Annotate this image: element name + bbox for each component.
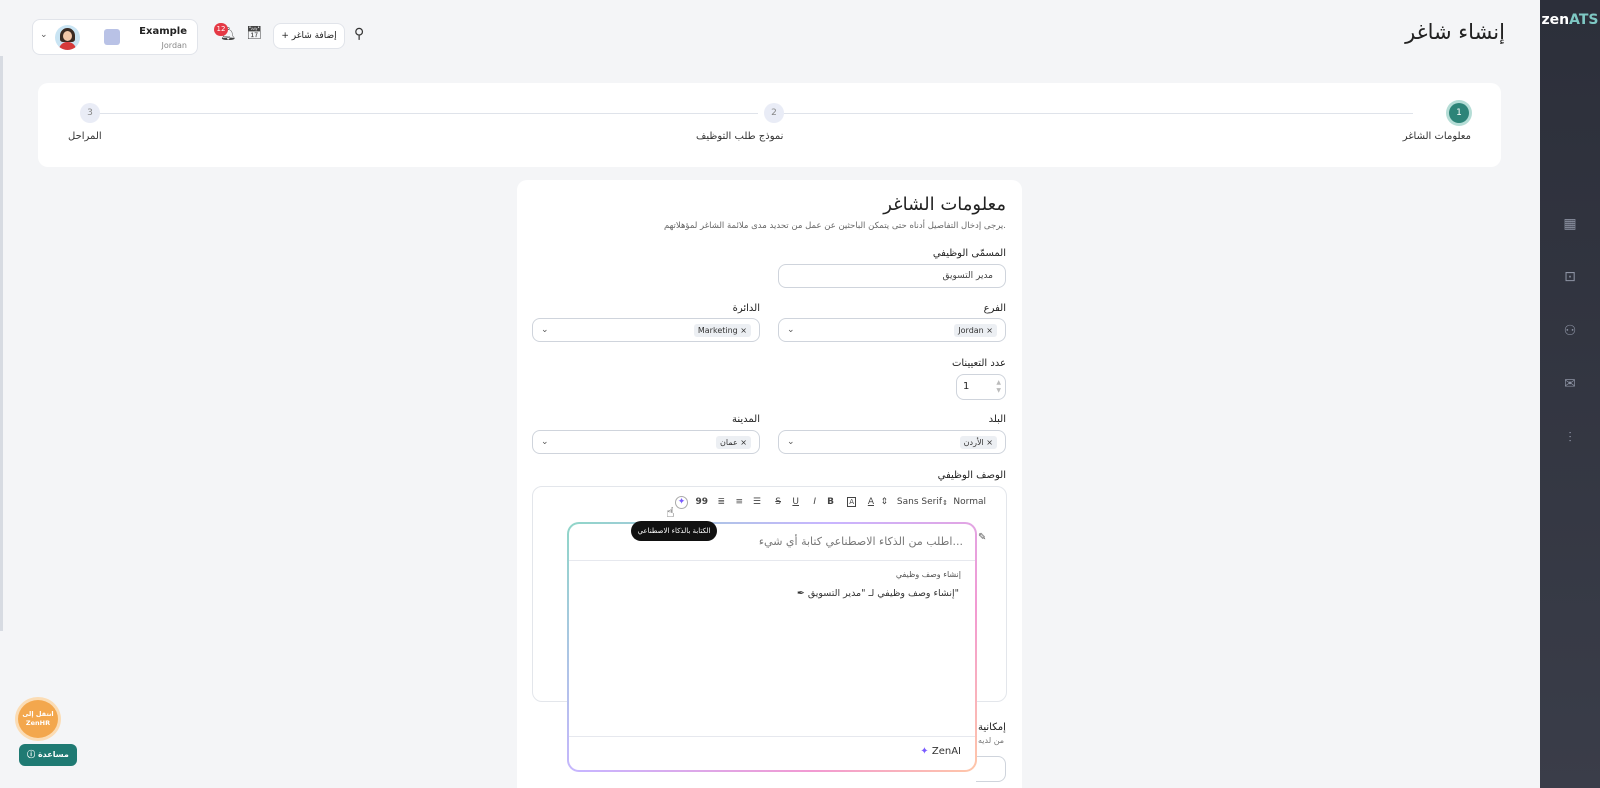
step-3-label: المراحل bbox=[68, 131, 102, 142]
calendar-icon[interactable]: 📅︎ bbox=[246, 26, 263, 41]
building-icon bbox=[104, 29, 120, 45]
branch-select[interactable]: Jordan × ⌄ bbox=[778, 318, 1006, 342]
font-select[interactable]: Sans Serif bbox=[897, 497, 942, 507]
chevron-down-icon: ⌄ bbox=[541, 437, 549, 447]
bullet-list-icon[interactable]: ☰ bbox=[753, 497, 761, 507]
description-label: الوصف الوظيفي bbox=[937, 470, 1006, 481]
job-title-label: المسمّى الوظيفي bbox=[932, 248, 1006, 259]
sparkle-icon: ✦ bbox=[920, 746, 929, 757]
avatar bbox=[55, 25, 80, 50]
chevron-updown-icon: ⇕ bbox=[942, 499, 948, 507]
ai-tooltip: الكتابة بالذكاء الاصطناعي bbox=[631, 521, 717, 541]
country-chip[interactable]: الأردن × bbox=[959, 436, 997, 449]
go-to-zenhr-button[interactable]: انتقل إلى ZenHR bbox=[18, 700, 58, 738]
briefcase-icon[interactable]: ⊡ bbox=[1560, 267, 1580, 287]
text-color-icon[interactable]: A bbox=[868, 497, 874, 507]
sort-icon[interactable]: ⇕ bbox=[880, 497, 888, 507]
highlight-icon[interactable]: A bbox=[847, 497, 856, 507]
underline-button[interactable]: U bbox=[792, 497, 799, 507]
feather-icon: ✒ bbox=[796, 588, 805, 599]
country-label: البلد bbox=[988, 414, 1006, 425]
card-title: معلومات الشاغر bbox=[883, 194, 1006, 215]
heading-select[interactable]: Normal bbox=[953, 497, 986, 507]
step-connector bbox=[783, 113, 1413, 114]
align-icon[interactable]: ≣ bbox=[717, 497, 725, 507]
company-country: Jordan bbox=[161, 41, 187, 50]
ai-write-icon[interactable]: ✦ bbox=[675, 496, 688, 509]
chevron-down-icon: ⌄ bbox=[787, 437, 795, 447]
spin-arrows-icon[interactable]: ▲ ▼ bbox=[996, 379, 1001, 395]
step-3-dot[interactable]: 3 bbox=[80, 103, 100, 123]
pointer-cursor-icon: ☝ bbox=[666, 505, 675, 521]
availability-hint: من لديه bbox=[978, 736, 1005, 745]
grid-icon[interactable]: ▦ bbox=[1560, 214, 1580, 234]
ordered-list-icon[interactable]: ≡ bbox=[735, 497, 743, 507]
italic-button[interactable]: I bbox=[813, 497, 816, 507]
page-title: إنشاء شاغر bbox=[1405, 20, 1505, 44]
edit-icon[interactable]: ✎ bbox=[978, 532, 986, 543]
branch-label: الفرع bbox=[983, 303, 1006, 314]
users-icon[interactable]: ⚇ bbox=[1560, 321, 1580, 341]
city-label: المدينة bbox=[731, 414, 760, 425]
branch-chip[interactable]: Jordan × bbox=[954, 324, 997, 337]
zenai-brand: ✦ ZenAI bbox=[920, 746, 961, 757]
department-chip[interactable]: Marketing × bbox=[693, 324, 751, 337]
divider bbox=[569, 736, 975, 737]
stepper: 1 معلومات الشاغر 2 نموذج طلب التوظيف 3 ا… bbox=[38, 83, 1501, 167]
chart-icon[interactable]: ⫶ bbox=[1560, 428, 1580, 448]
availability-label: إمكانية bbox=[978, 722, 1006, 733]
department-label: الدائرة bbox=[732, 303, 760, 314]
bold-button[interactable]: B bbox=[827, 497, 834, 507]
chevron-down-icon: ⌄ bbox=[787, 325, 795, 335]
openings-label: عدد التعيينات bbox=[951, 358, 1006, 369]
add-vacancy-button[interactable]: + إضافة شاغر bbox=[273, 23, 345, 49]
department-select[interactable]: Marketing × ⌄ bbox=[532, 318, 760, 342]
sidebar: zenATS ▦ ⊡ ⚇ ✉ ⫶ bbox=[1540, 0, 1600, 788]
notification-badge: 12 bbox=[214, 23, 228, 36]
ai-prompt-input[interactable]: اطلب من الذكاء الاصطناعي كتابة أي شيء... bbox=[759, 535, 963, 548]
availability-input[interactable] bbox=[976, 756, 1006, 782]
chevron-down-icon: ⌄ bbox=[541, 325, 549, 335]
app-logo[interactable]: zenATS bbox=[1540, 12, 1600, 28]
job-title-input[interactable]: مدير التسويق bbox=[778, 264, 1006, 288]
city-chip[interactable]: عمان × bbox=[716, 436, 751, 449]
step-2-dot[interactable]: 2 bbox=[764, 103, 784, 123]
ai-writer-panel: اطلب من الذكاء الاصطناعي كتابة أي شيء...… bbox=[567, 522, 977, 772]
country-select[interactable]: الأردن × ⌄ bbox=[778, 430, 1006, 454]
step-1-dot[interactable]: 1 bbox=[1449, 103, 1469, 123]
scroll-track bbox=[0, 56, 3, 631]
mail-icon[interactable]: ✉ bbox=[1560, 374, 1580, 394]
quote-icon[interactable]: 99 bbox=[695, 497, 708, 507]
company-name: Example bbox=[139, 26, 187, 37]
ai-suggestion-item[interactable]: ✒ إنشاء وصف وظيفي لـ "مدير التسويق" bbox=[797, 588, 959, 599]
ai-section-title: إنشاء وصف وظيفي bbox=[895, 570, 961, 579]
step-2-label: نموذج طلب التوظيف bbox=[696, 131, 784, 142]
help-button[interactable]: ⓘ مساعدة bbox=[19, 744, 77, 766]
step-1-label: معلومات الشاغر bbox=[1402, 131, 1471, 142]
company-switcher[interactable]: ⌄ Example Jordan bbox=[32, 19, 198, 55]
divider bbox=[569, 560, 975, 561]
card-subtitle: يرجى إدخال التفاصيل أدناه حتى يتمكن البا… bbox=[663, 221, 1006, 231]
strike-button[interactable]: S bbox=[775, 497, 781, 507]
step-connector bbox=[98, 113, 758, 114]
search-icon[interactable]: ⚲ bbox=[354, 26, 364, 42]
city-select[interactable]: عمان × ⌄ bbox=[532, 430, 760, 454]
chevron-down-icon: ⌄ bbox=[40, 30, 48, 40]
openings-stepper[interactable]: 1 ▲ ▼ bbox=[956, 374, 1006, 400]
